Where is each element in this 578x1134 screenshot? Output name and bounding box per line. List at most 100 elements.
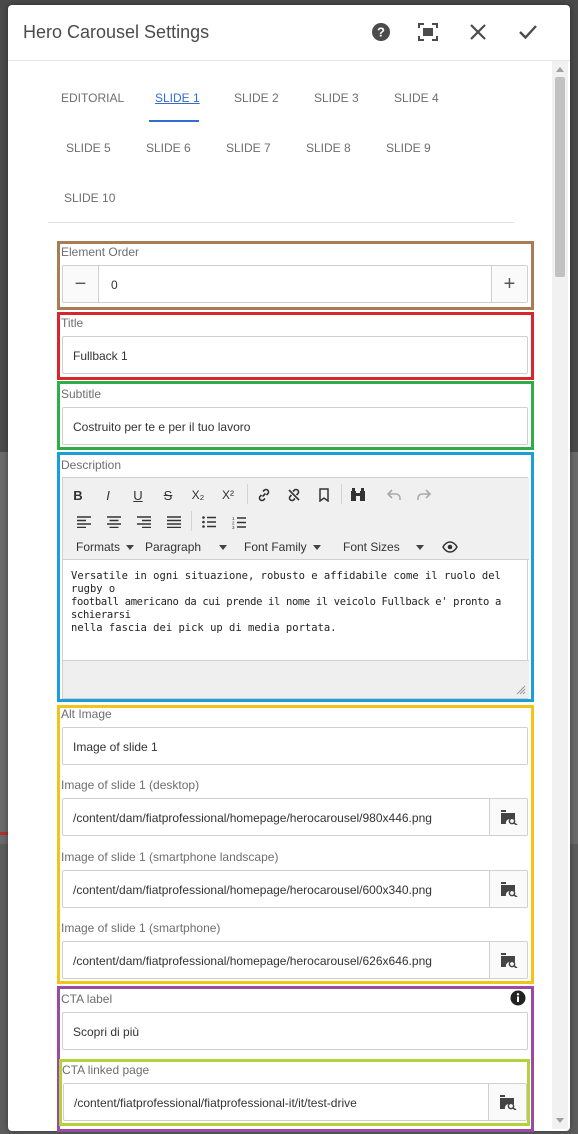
align-justify-icon[interactable] [163, 511, 185, 533]
tabs-divider [48, 222, 514, 223]
cta-label-value: Scopri di più [73, 1025, 140, 1039]
tab-slide-5[interactable]: SLIDE 5 [66, 141, 111, 155]
cta-label-input[interactable]: Scopri di più [62, 1012, 528, 1050]
formats-dropdown[interactable]: Formats [76, 540, 135, 554]
italic-button[interactable]: I [97, 484, 119, 506]
scrollbar-thumb[interactable] [555, 77, 565, 277]
resize-grip-icon[interactable] [516, 685, 526, 695]
font-family-dropdown[interactable]: Font Family [244, 540, 321, 554]
scroll-up-arrow-icon[interactable] [556, 67, 564, 72]
chevron-down-icon [219, 545, 228, 551]
rte-content-line: nella fascia dei pick up di media portat… [71, 622, 337, 634]
find-replace-icon[interactable] [347, 484, 369, 506]
title-label: Title [61, 316, 84, 330]
preview-eye-icon[interactable] [439, 536, 461, 558]
cta-label-label: CTA label [61, 992, 113, 1006]
rich-text-editor[interactable]: B I U S X₂ X² 1 2 3 Formats Paragraph Fo… [62, 477, 529, 699]
subtitle-value: Costruito per te e per il tuo lavoro [73, 420, 251, 434]
chevron-down-icon [415, 545, 424, 551]
chevron-down-icon [312, 545, 321, 551]
cta-linked-page-label: CTA linked page [62, 1063, 150, 1077]
paragraph-dropdown[interactable]: Paragraph [145, 540, 228, 554]
alt-image-input[interactable]: Image of slide 1 [62, 727, 528, 765]
info-icon[interactable] [510, 990, 526, 1006]
tab-slide-7[interactable]: SLIDE 7 [226, 141, 271, 155]
smartphone-image-label: Image of slide 1 (smartphone) [61, 921, 221, 935]
desktop-image-path-value: /content/dam/fiatprofessional/homepage/h… [73, 811, 432, 825]
rte-toolbar: B I U S X₂ X² 1 2 3 Formats Paragraph Fo… [63, 478, 529, 560]
desktop-image-label: Image of slide 1 (desktop) [61, 778, 200, 792]
tab-editorial[interactable]: EDITORIAL [61, 91, 124, 105]
align-center-icon[interactable] [103, 511, 125, 533]
smartphone-image-path-input[interactable]: /content/dam/fiatprofessional/homepage/h… [62, 941, 528, 979]
chevron-down-icon [126, 545, 135, 551]
bullet-list-icon[interactable] [198, 511, 220, 533]
tab-slide-3[interactable]: SLIDE 3 [314, 91, 359, 105]
dialog-title: Hero Carousel Settings [23, 22, 210, 42]
title-input[interactable]: Fullback 1 [62, 336, 528, 374]
anchor-icon[interactable] [313, 484, 335, 506]
underline-button[interactable]: U [127, 484, 149, 506]
rte-statusbar [63, 660, 529, 698]
tab-slide-9[interactable]: SLIDE 9 [386, 141, 431, 155]
landscape-image-path-input[interactable]: /content/dam/fiatprofessional/homepage/h… [62, 870, 528, 908]
title-value: Fullback 1 [73, 349, 128, 363]
toolbar-separator [341, 484, 342, 504]
svg-text:?: ? [377, 25, 385, 40]
tab-slide-1[interactable]: SLIDE 1 [155, 91, 200, 105]
dialog-scrollbar[interactable] [552, 61, 568, 1129]
browse-asset-icon[interactable] [489, 942, 527, 978]
element-order-label: Element Order [61, 245, 140, 259]
subtitle-input[interactable]: Costruito per te e per il tuo lavoro [62, 407, 528, 445]
subscript-button[interactable]: X₂ [187, 484, 209, 506]
toolbar-separator [191, 511, 192, 531]
strikethrough-button[interactable]: S [157, 484, 179, 506]
help-icon[interactable]: ? [368, 19, 394, 45]
description-label: Description [61, 458, 122, 472]
browse-page-icon[interactable] [488, 1084, 526, 1120]
formats-dropdown-label: Formats [76, 540, 121, 554]
rte-content-line: football americano da cui prende il nome… [71, 596, 501, 621]
cta-linked-page-input[interactable]: /content/fiatprofessional/fiatprofession… [63, 1083, 527, 1121]
landscape-image-path-value: /content/dam/fiatprofessional/homepage/h… [73, 883, 432, 897]
subtitle-label: Subtitle [61, 387, 102, 401]
tab-slide-6[interactable]: SLIDE 6 [146, 141, 191, 155]
tab-slide-2[interactable]: SLIDE 2 [234, 91, 279, 105]
align-left-icon[interactable] [73, 511, 95, 533]
alt-image-value: Image of slide 1 [73, 740, 158, 754]
bold-button[interactable]: B [67, 484, 89, 506]
tab-slide-4[interactable]: SLIDE 4 [394, 91, 439, 105]
fullscreen-icon[interactable] [415, 19, 441, 45]
cta-linked-page-value: /content/fiatprofessional/fiatprofession… [74, 1096, 357, 1110]
superscript-button[interactable]: X² [217, 484, 239, 506]
desktop-image-path-input[interactable]: /content/dam/fiatprofessional/homepage/h… [62, 798, 528, 836]
svg-text:3: 3 [232, 525, 235, 529]
alt-image-label: Alt Image [61, 707, 112, 721]
font-sizes-dropdown[interactable]: Font Sizes [343, 540, 424, 554]
tab-slide-8[interactable]: SLIDE 8 [306, 141, 351, 155]
rte-content[interactable]: Versatile in ogni situazione, robusto e … [71, 570, 521, 635]
browse-asset-icon[interactable] [489, 799, 527, 835]
unlink-icon[interactable] [283, 484, 305, 506]
tab-slide-10[interactable]: SLIDE 10 [64, 191, 115, 205]
redo-icon[interactable] [413, 484, 435, 506]
rte-content-line: Versatile in ogni situazione, robusto e … [71, 570, 501, 595]
active-tab-indicator [149, 120, 199, 122]
smartphone-image-path-value: /content/dam/fiatprofessional/homepage/h… [73, 954, 432, 968]
font-family-dropdown-label: Font Family [244, 540, 307, 554]
decrement-button[interactable]: − [63, 266, 99, 302]
numbered-list-icon[interactable]: 123 [228, 511, 250, 533]
close-icon[interactable] [465, 19, 491, 45]
link-icon[interactable] [253, 484, 275, 506]
paragraph-dropdown-label: Paragraph [145, 540, 202, 554]
check-icon[interactable] [515, 19, 541, 45]
increment-button[interactable]: + [491, 266, 527, 302]
align-right-icon[interactable] [133, 511, 155, 533]
undo-icon[interactable] [383, 484, 405, 506]
element-order-stepper[interactable]: − 0 + [62, 265, 528, 303]
browse-asset-icon[interactable] [489, 871, 527, 907]
element-order-value[interactable]: 0 [111, 278, 118, 292]
scroll-down-arrow-icon[interactable] [556, 1118, 564, 1123]
landscape-image-label: Image of slide 1 (smartphone landscape) [61, 850, 279, 864]
dialog-header: Hero Carousel Settings ? [8, 5, 570, 61]
